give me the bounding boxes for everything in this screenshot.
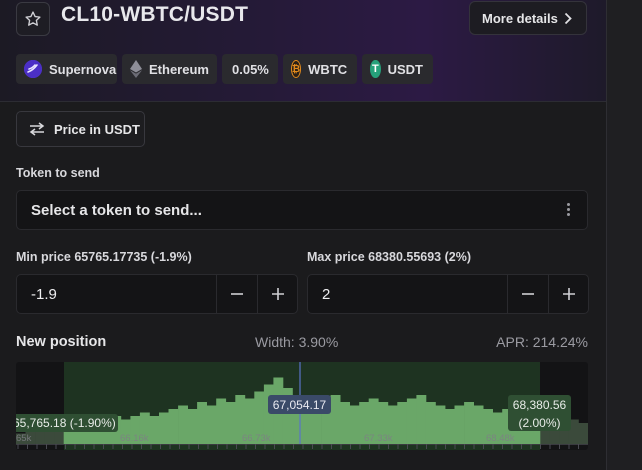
new-position-title: New position xyxy=(16,334,107,350)
more-details-button[interactable]: More details xyxy=(469,1,587,35)
min-price-stepper: -1.9 xyxy=(16,274,298,314)
bitcoin-icon: ₿ xyxy=(291,60,302,78)
liquidity-bar xyxy=(464,402,474,444)
tether-icon: T xyxy=(370,60,381,78)
price-toggle-label: Price in USDT xyxy=(54,121,140,137)
plus-icon xyxy=(562,288,575,300)
chip-fee: 0.05% xyxy=(222,54,278,84)
kebab-menu-icon xyxy=(566,203,570,216)
liquidity-bar xyxy=(406,398,417,444)
token-send-label: Token to send xyxy=(16,166,100,180)
max-price-stepper: 2 xyxy=(307,274,589,314)
liquidity-histogram: 65k 66.16k 66.73k 67.33k 68.48k 67,054.17 65,7… xyxy=(16,362,588,450)
liquidity-bar xyxy=(454,405,465,444)
x-axis-tick-label: 66.16k xyxy=(120,433,149,444)
max-price-label: Max price 68380.55693 (2%) xyxy=(307,250,471,264)
star-icon xyxy=(25,11,41,26)
chip-supernova: Supernova xyxy=(16,54,117,84)
ethereum-icon xyxy=(130,60,142,78)
liquidity-bar xyxy=(178,405,188,444)
liquidity-bar xyxy=(578,423,588,444)
minus-icon xyxy=(230,293,243,295)
liquidity-bar xyxy=(473,405,484,444)
min-price-input[interactable]: -1.9 xyxy=(31,286,57,303)
current-price-label: 67,054.17 xyxy=(273,398,327,412)
favorite-button[interactable] xyxy=(16,2,50,36)
pool-title: CL10-WBTC/USDT xyxy=(61,3,249,26)
chip-label: Ethereum xyxy=(149,61,209,77)
liquidity-bar xyxy=(435,405,446,444)
swap-arrows-icon xyxy=(29,122,45,136)
liquidity-bar xyxy=(425,402,436,444)
more-details-label: More details xyxy=(482,10,558,26)
plus-icon xyxy=(271,288,284,300)
chip-ethereum: Ethereum xyxy=(122,54,217,84)
max-price-chart-percent: (2.00%) xyxy=(518,416,560,430)
liquidity-bar xyxy=(330,395,341,444)
position-apr: APR: 214.24% xyxy=(496,334,588,350)
chevron-right-icon xyxy=(564,12,572,25)
liquidity-bar xyxy=(349,405,360,444)
liquidity-bar xyxy=(206,405,217,444)
max-decrement-button[interactable] xyxy=(507,275,547,313)
max-increment-button[interactable] xyxy=(548,275,588,313)
liquidity-bar xyxy=(149,416,160,444)
min-price-chart-label: 65,765.18 (-1.90%) xyxy=(16,416,116,430)
price-unit-toggle-button[interactable]: Price in USDT xyxy=(16,111,145,147)
x-axis-tick-label: 65k xyxy=(16,433,32,444)
min-increment-button[interactable] xyxy=(257,275,297,313)
chip-label: 0.05% xyxy=(232,61,269,77)
position-width: Width: 3.90% xyxy=(255,334,339,350)
max-price-chart-label: 68,380.56 xyxy=(513,398,567,412)
chip-label: Supernova xyxy=(49,61,117,77)
liquidity-bar xyxy=(225,402,236,444)
token-select-dropdown[interactable]: Select a token to send... xyxy=(16,190,588,230)
liquidity-bar xyxy=(187,409,198,444)
liquidity-bar xyxy=(159,412,169,444)
supernova-icon xyxy=(24,60,42,78)
chip-wbtc: ₿ WBTC xyxy=(283,54,357,84)
max-price-input[interactable]: 2 xyxy=(322,286,330,303)
liquidity-bar xyxy=(416,395,427,444)
liquidity-chart[interactable]: 65k 66.16k 66.73k 67.33k 68.48k 67,054.17 65,7… xyxy=(16,362,588,450)
token-select-placeholder: Select a token to send... xyxy=(31,201,202,219)
min-price-label: Min price 65765.17735 (-1.9%) xyxy=(16,250,192,264)
side-panel-edge xyxy=(606,0,642,470)
add-liquidity-panel: CL10-WBTC/USDT More details Supernova Et… xyxy=(0,0,606,470)
minus-icon xyxy=(521,293,534,295)
liquidity-bar xyxy=(197,402,207,444)
chip-label: WBTC xyxy=(308,61,348,77)
min-decrement-button[interactable] xyxy=(216,275,256,313)
liquidity-bar xyxy=(216,398,227,444)
liquidity-bar xyxy=(445,409,455,444)
liquidity-bar xyxy=(340,402,350,444)
x-axis-tick-label: 67.33k xyxy=(364,433,393,444)
liquidity-bar xyxy=(168,409,179,444)
chip-label: USDT xyxy=(387,61,423,77)
liquidity-bar xyxy=(397,402,408,444)
x-axis-tick-label: 68.48k xyxy=(486,433,515,444)
chip-usdt: T USDT xyxy=(362,54,433,84)
pool-header: CL10-WBTC/USDT More details Supernova Et… xyxy=(0,0,606,102)
x-axis-tick-label: 66.73k xyxy=(242,433,271,444)
